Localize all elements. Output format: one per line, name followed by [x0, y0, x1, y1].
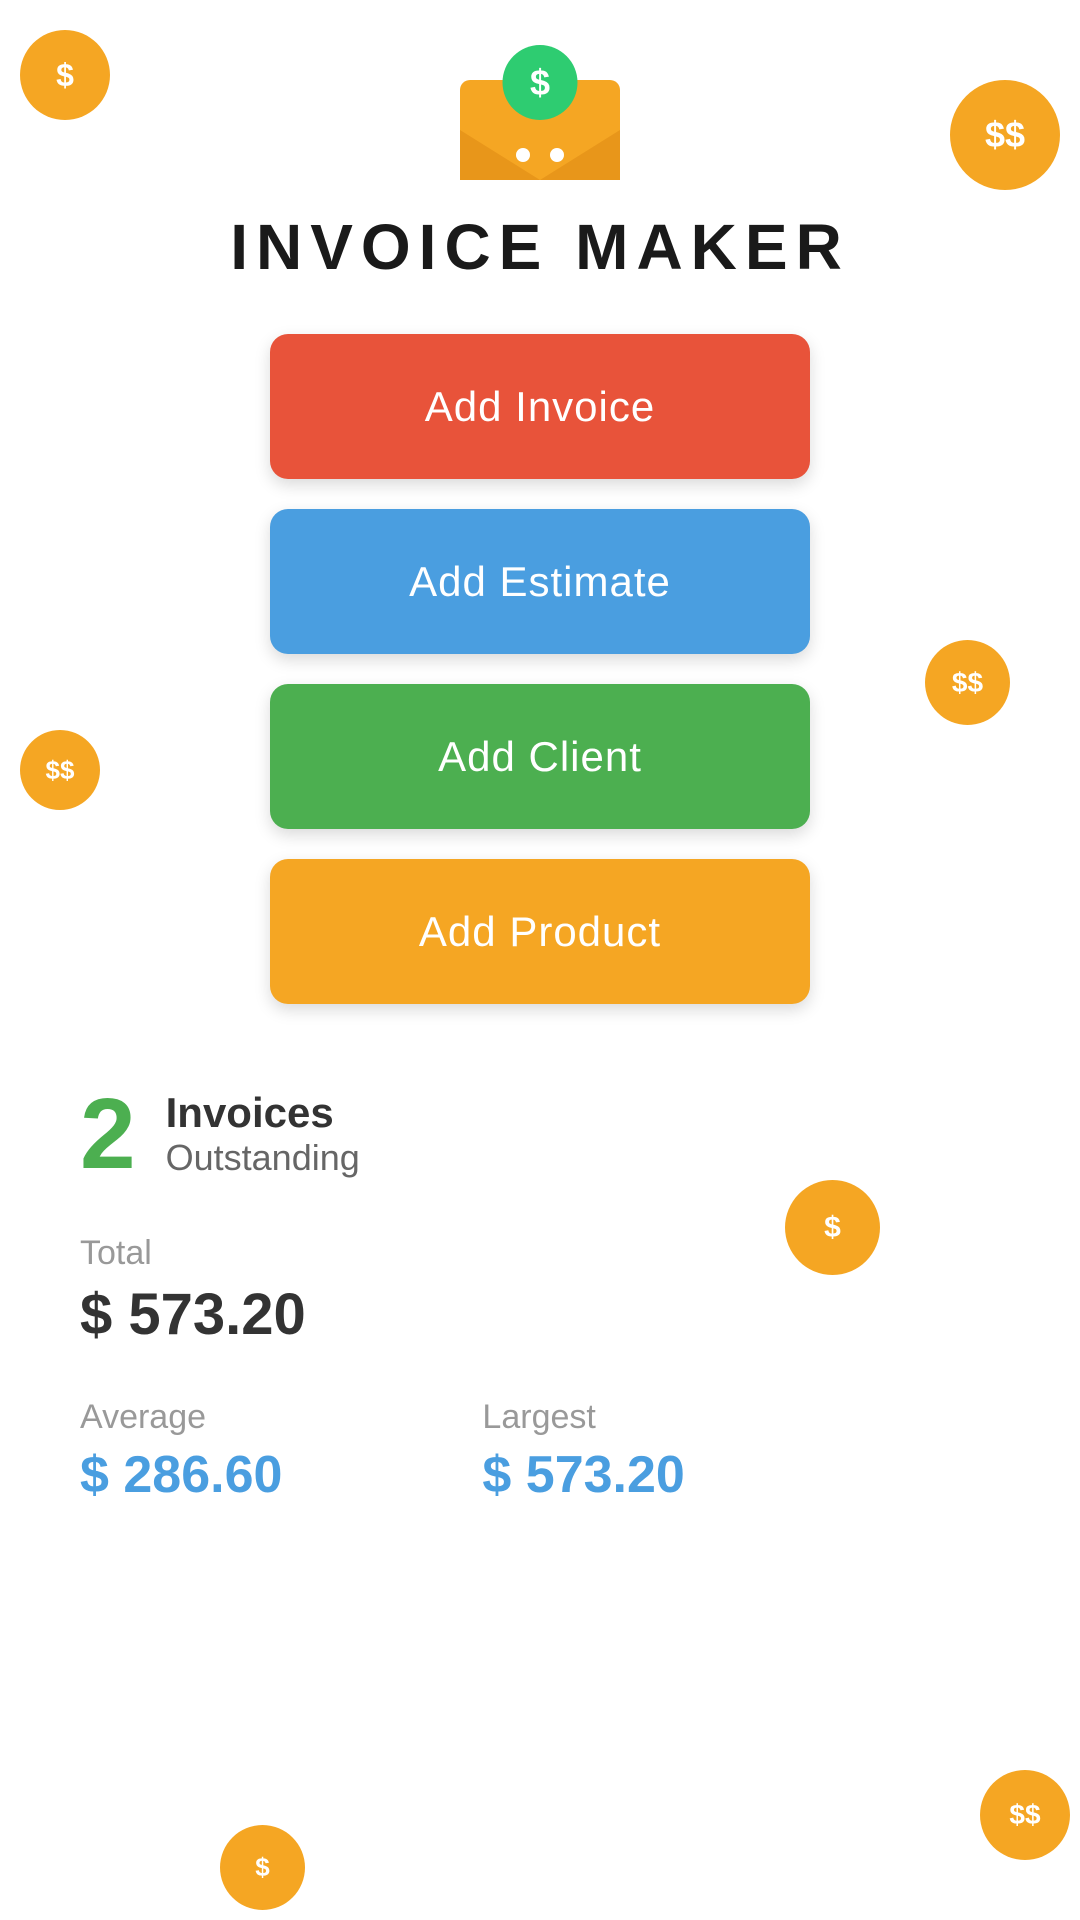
average-label: Average: [80, 1398, 282, 1437]
outstanding-label-text: Outstanding: [166, 1137, 360, 1179]
coin-symbol-mid-right: $$: [952, 667, 983, 699]
dollar-symbol: $: [530, 62, 550, 104]
coin-badge-stats-right: $: [785, 1180, 880, 1275]
outstanding-row: 2 Invoices Outstanding: [80, 1084, 1000, 1184]
coin-symbol-bottom-left: $: [255, 1852, 269, 1883]
stats-section: 2 Invoices Outstanding Total $ 573.20 Av…: [0, 1084, 1080, 1505]
header-section: $ INVOICE MAKER: [230, 50, 850, 334]
coin-badge-mid-right: $$: [925, 640, 1010, 725]
buttons-section: Add Invoice Add Estimate Add Client Add …: [0, 334, 1080, 1004]
average-value: $ 286.60: [80, 1445, 282, 1505]
add-estimate-button[interactable]: Add Estimate: [270, 509, 810, 654]
dollar-circle-icon: $: [503, 45, 578, 120]
coin-symbol-top-right: $$: [985, 114, 1025, 156]
outstanding-count: 2: [80, 1084, 136, 1184]
coin-symbol-mid-left: $$: [46, 755, 75, 786]
app-title: INVOICE MAKER: [230, 210, 850, 284]
add-client-button[interactable]: Add Client: [270, 684, 810, 829]
add-invoice-button[interactable]: Add Invoice: [270, 334, 810, 479]
outstanding-label-invoices: Invoices: [166, 1089, 360, 1137]
total-value: $ 573.20: [80, 1281, 1000, 1348]
envelope-dot-left: [516, 148, 530, 162]
largest-value: $ 573.20: [482, 1445, 684, 1505]
page-container: $ $$ $$ $$ $ $$ $ $ IN: [0, 0, 1080, 1920]
coin-badge-bottom-right: $$: [980, 1770, 1070, 1860]
largest-stat: Largest $ 573.20: [482, 1398, 684, 1505]
bottom-stats-row: Average $ 286.60 Largest $ 573.20: [80, 1398, 1000, 1505]
outstanding-labels: Invoices Outstanding: [166, 1089, 360, 1179]
largest-label: Largest: [482, 1398, 684, 1437]
coin-symbol-top-left: $: [56, 57, 74, 94]
coin-symbol-stats-right: $: [824, 1211, 841, 1245]
coin-badge-mid-left: $$: [20, 730, 100, 810]
average-stat: Average $ 286.60: [80, 1398, 282, 1505]
coin-badge-top-right: $$: [950, 80, 1060, 190]
envelope-icon: $: [460, 50, 620, 180]
add-product-button[interactable]: Add Product: [270, 859, 810, 1004]
coin-badge-top-left: $: [20, 30, 110, 120]
coin-badge-bottom-left: $: [220, 1825, 305, 1910]
coin-symbol-bottom-right: $$: [1009, 1799, 1040, 1831]
envelope-dots: [516, 148, 564, 162]
envelope-dot-right: [550, 148, 564, 162]
